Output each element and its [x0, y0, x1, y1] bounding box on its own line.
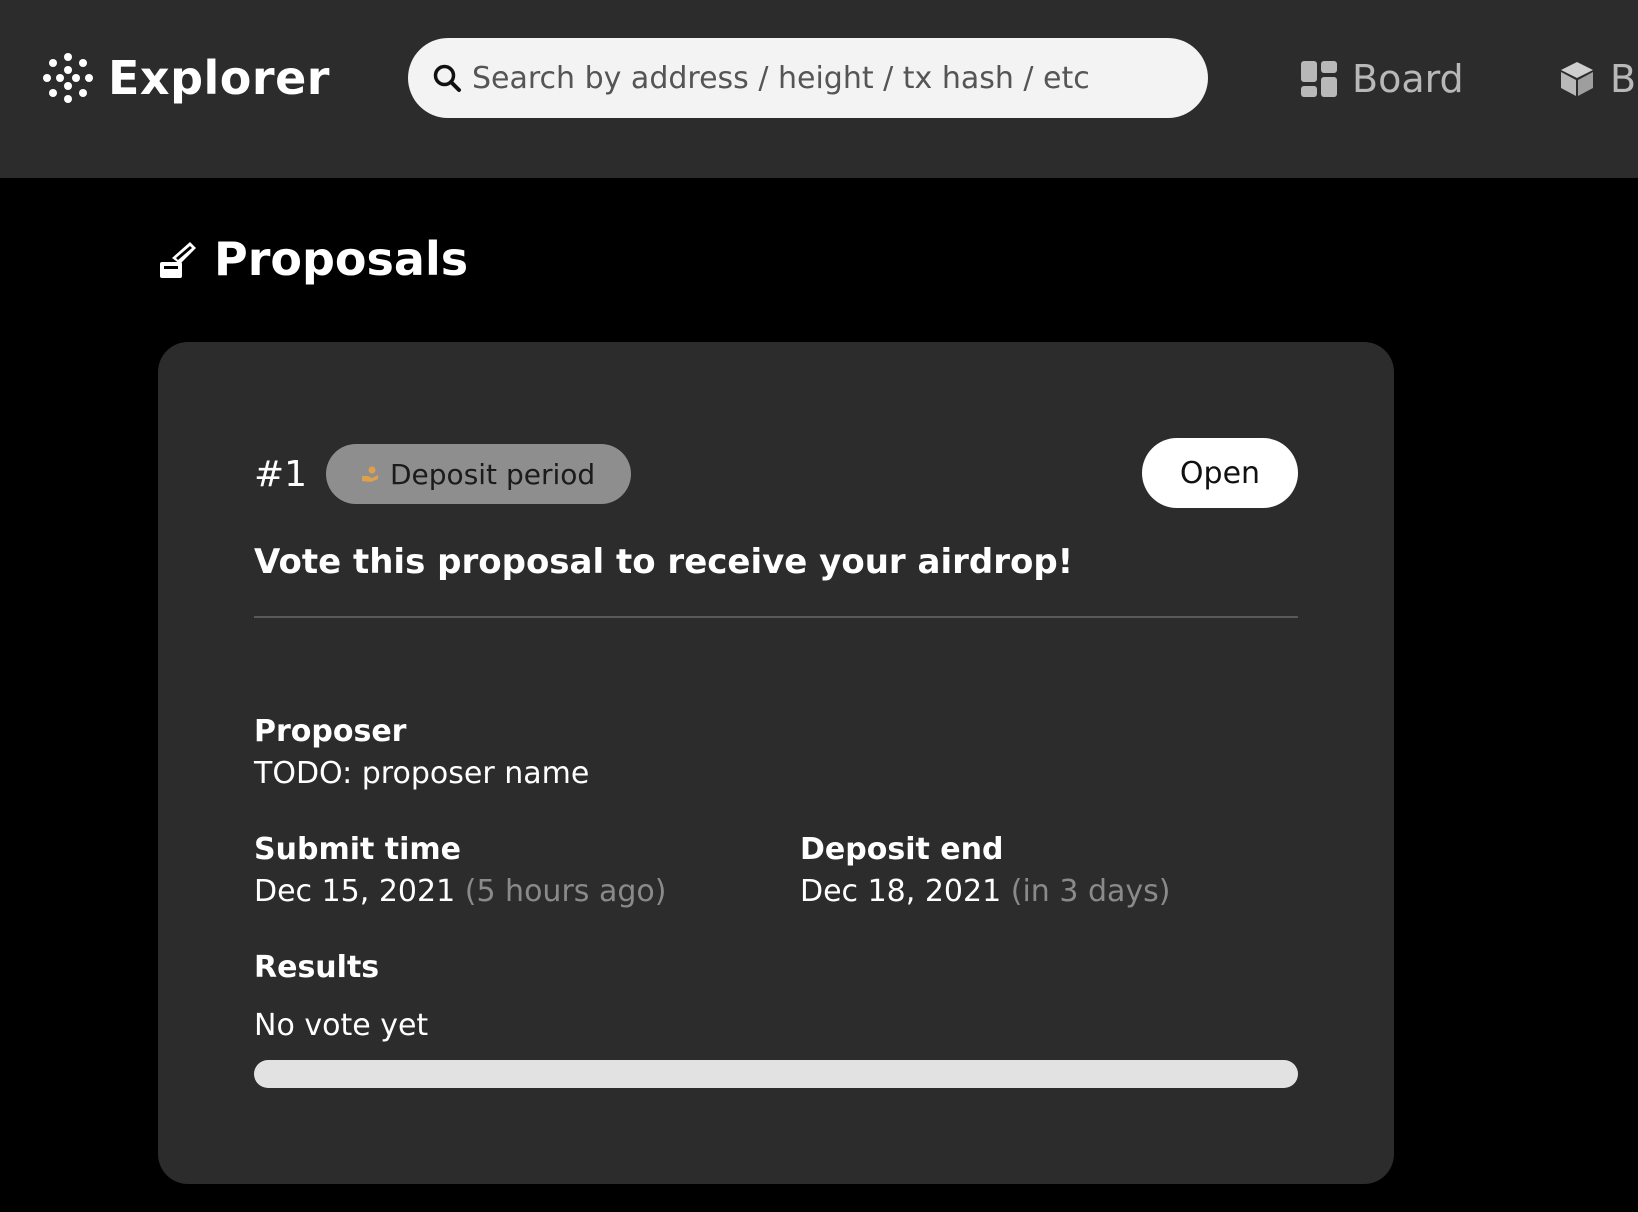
proposer-label: Proposer	[254, 714, 407, 749]
proposer-value: TODO: proposer name	[254, 756, 590, 791]
page-title-text: Proposals	[214, 232, 469, 286]
results-value: No vote yet	[254, 1008, 429, 1043]
proposal-id: #1	[254, 454, 308, 495]
deposit-end-date: Dec 18, 2021	[800, 874, 1002, 909]
submit-relative-time: (5 hours ago)	[464, 874, 667, 909]
submit-time-value: Dec 15, 2021 (5 hours ago)	[254, 874, 666, 909]
divider	[254, 616, 1298, 618]
results-label: Results	[254, 950, 380, 985]
search-bar[interactable]	[408, 38, 1208, 118]
vote-icon	[160, 242, 196, 278]
proposal-title: Vote this proposal to receive your airdr…	[254, 542, 1074, 582]
hand-coin-icon	[362, 466, 378, 482]
status-badge: Deposit period	[326, 444, 632, 504]
top-navigation-bar: Explorer Board Bl	[0, 0, 1638, 178]
nav-item-board[interactable]: Board	[1300, 56, 1464, 102]
brand-logo-link[interactable]: Explorer	[42, 50, 330, 106]
open-proposal-button[interactable]: Open	[1142, 438, 1298, 508]
submit-time-label: Submit time	[254, 832, 461, 867]
search-icon	[433, 64, 461, 92]
page-title: Proposals	[158, 232, 468, 286]
cube-icon	[1561, 62, 1593, 96]
submit-date: Dec 15, 2021	[254, 874, 456, 909]
deposit-end-label: Deposit end	[800, 832, 1004, 867]
status-badge-label: Deposit period	[390, 457, 596, 491]
nav-item-blocks[interactable]: Bl	[1558, 56, 1638, 102]
proposal-card: #1 Deposit period Open Vote this proposa…	[158, 342, 1394, 1184]
nav-item-board-label: Board	[1352, 57, 1464, 101]
deposit-end-relative-time: (in 3 days)	[1010, 874, 1171, 909]
search-input[interactable]	[472, 60, 1192, 96]
nav-item-blocks-label: Bl	[1610, 57, 1638, 101]
dashboard-icon	[1301, 61, 1337, 97]
explorer-logo-icon	[43, 53, 93, 103]
deposit-end-value: Dec 18, 2021 (in 3 days)	[800, 874, 1170, 909]
results-progress-bar	[254, 1060, 1298, 1088]
brand-name: Explorer	[108, 51, 330, 105]
